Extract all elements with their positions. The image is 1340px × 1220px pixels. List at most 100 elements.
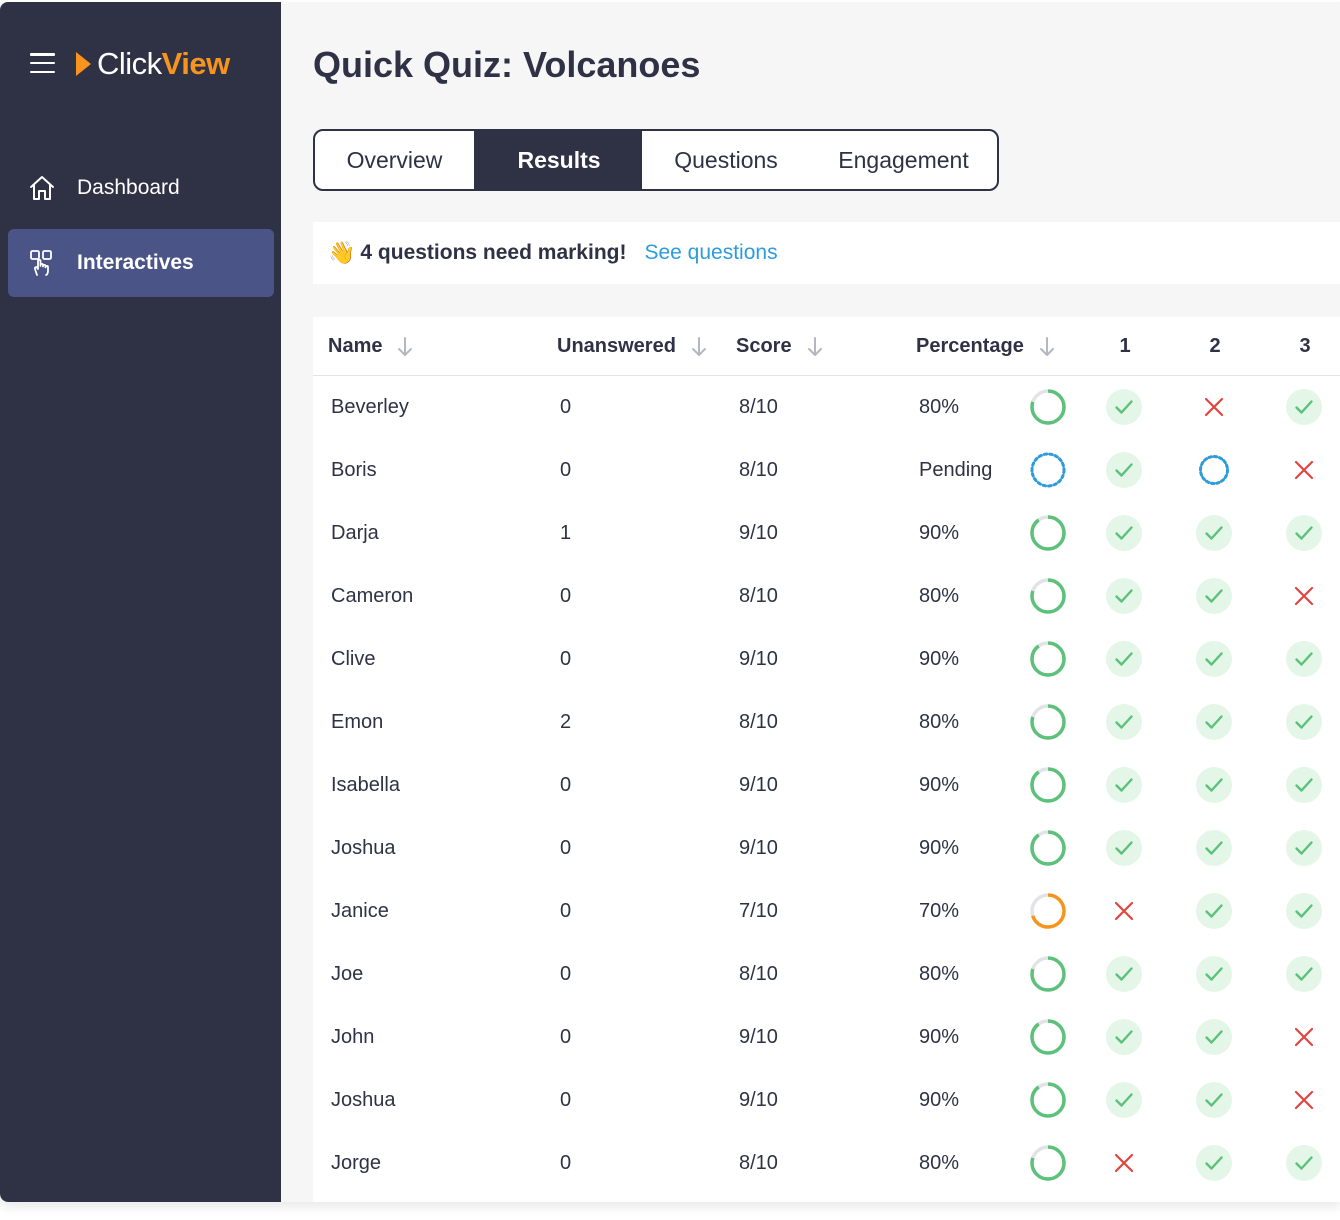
check-icon (1196, 830, 1232, 866)
results-table: Name Unanswered Score Percentage 1 2 3 B… (313, 317, 1340, 1202)
check-icon (1106, 515, 1142, 551)
table-row[interactable]: Beverley 0 8/10 80% (313, 376, 1340, 439)
answer-correct[interactable] (1195, 766, 1233, 804)
answer-wrong[interactable] (1285, 451, 1323, 489)
sort-down-icon[interactable] (690, 335, 708, 359)
sidebar-item-dashboard[interactable]: Dashboard (8, 154, 274, 222)
column-header-percentage[interactable]: Percentage (916, 317, 1056, 376)
student-name[interactable]: Joe (331, 943, 363, 1006)
table-row[interactable]: Joe 0 8/10 80% (313, 943, 1340, 1006)
answer-wrong[interactable] (1285, 577, 1323, 615)
answer-correct[interactable] (1105, 829, 1143, 867)
answer-correct[interactable] (1285, 703, 1323, 741)
answer-correct[interactable] (1105, 1081, 1143, 1119)
table-row[interactable]: Jorge 0 8/10 80% (313, 1132, 1340, 1195)
tab-overview[interactable]: Overview (315, 131, 476, 189)
answer-wrong[interactable] (1285, 1018, 1323, 1056)
sidebar-item-interactives[interactable]: Interactives (8, 229, 274, 297)
student-name[interactable]: Cameron (331, 565, 413, 628)
check-icon (1196, 1082, 1232, 1118)
answer-correct[interactable] (1105, 514, 1143, 552)
answer-correct[interactable] (1285, 766, 1323, 804)
answer-correct[interactable] (1105, 955, 1143, 993)
answer-wrong[interactable] (1195, 388, 1233, 426)
answer-correct[interactable] (1195, 514, 1233, 552)
answer-correct[interactable] (1195, 829, 1233, 867)
answer-wrong[interactable] (1105, 892, 1143, 930)
answer-wrong[interactable] (1285, 1081, 1323, 1119)
student-name[interactable]: Isabella (331, 754, 400, 817)
student-name[interactable]: Jorge (331, 1132, 381, 1195)
wave-icon: 👋 (328, 240, 356, 265)
answer-correct[interactable] (1195, 892, 1233, 930)
student-name[interactable]: Emon (331, 691, 383, 754)
column-header-question-3[interactable]: 3 (1285, 317, 1325, 376)
clickview-logo[interactable]: Click View (76, 46, 230, 82)
student-name[interactable]: Janice (331, 880, 389, 943)
student-name[interactable]: Joshua (331, 817, 396, 880)
answer-correct[interactable] (1195, 1018, 1233, 1056)
answer-correct[interactable] (1105, 451, 1143, 489)
pending-icon (1199, 455, 1229, 485)
table-row[interactable]: Boris 0 8/10 Pending (313, 439, 1340, 502)
answer-correct[interactable] (1105, 703, 1143, 741)
table-row[interactable]: Darja 1 9/10 90% (313, 502, 1340, 565)
answer-pending[interactable] (1195, 451, 1233, 489)
student-name[interactable]: Boris (331, 439, 377, 502)
table-row[interactable]: John 0 9/10 90% (313, 1006, 1340, 1069)
answer-correct[interactable] (1105, 1018, 1143, 1056)
percentage-value: 80% (919, 396, 960, 418)
answer-correct[interactable] (1195, 955, 1233, 993)
table-row[interactable]: Clive 0 9/10 90% (313, 628, 1340, 691)
unanswered-count: 0 (560, 459, 572, 481)
cross-icon (1114, 901, 1134, 921)
column-header-question-2[interactable]: 2 (1195, 317, 1235, 376)
answer-correct[interactable] (1105, 640, 1143, 678)
answer-correct[interactable] (1285, 955, 1323, 993)
answer-correct[interactable] (1195, 703, 1233, 741)
student-name[interactable]: John (331, 1006, 374, 1069)
answer-correct[interactable] (1195, 1081, 1233, 1119)
answer-correct[interactable] (1285, 388, 1323, 426)
score-value: 7/10 (739, 900, 778, 922)
tab-questions[interactable]: Questions (642, 131, 810, 189)
answer-correct[interactable] (1285, 514, 1323, 552)
answer-correct[interactable] (1195, 1144, 1233, 1182)
table-row[interactable]: Isabella 0 9/10 90% (313, 754, 1340, 817)
answer-correct[interactable] (1285, 892, 1323, 930)
answer-wrong[interactable] (1105, 1144, 1143, 1182)
column-header-question-1[interactable]: 1 (1105, 317, 1145, 376)
cross-icon (1294, 586, 1314, 606)
answer-correct[interactable] (1195, 577, 1233, 615)
answer-correct[interactable] (1105, 766, 1143, 804)
table-row[interactable]: Emon 2 8/10 80% (313, 691, 1340, 754)
sort-down-icon[interactable] (1038, 335, 1056, 359)
column-header-unanswered[interactable]: Unanswered (557, 317, 708, 376)
sort-down-icon[interactable] (806, 335, 824, 359)
menu-icon[interactable] (30, 53, 55, 73)
answer-correct[interactable] (1285, 829, 1323, 867)
score-value: 9/10 (739, 1026, 778, 1048)
student-name[interactable]: Clive (331, 628, 375, 691)
answer-correct[interactable] (1285, 1144, 1323, 1182)
column-header-label: Percentage (916, 335, 1024, 357)
see-questions-link[interactable]: See questions (644, 241, 777, 265)
column-header-score[interactable]: Score (736, 317, 824, 376)
student-name[interactable]: Beverley (331, 376, 409, 439)
answer-correct[interactable] (1195, 640, 1233, 678)
student-name[interactable]: Darja (331, 502, 379, 565)
sort-down-icon[interactable] (396, 335, 414, 359)
tab-results[interactable]: Results (476, 131, 642, 189)
answer-correct[interactable] (1285, 640, 1323, 678)
tab-engagement[interactable]: Engagement (810, 131, 997, 189)
table-row[interactable]: Joshua 0 9/10 90% (313, 1069, 1340, 1132)
table-row[interactable]: Joshua 0 9/10 90% (313, 817, 1340, 880)
student-name[interactable]: Joshua (331, 1069, 396, 1132)
column-header-name[interactable]: Name (328, 317, 414, 376)
tab-bar: Overview Results Questions Engagement (313, 129, 999, 191)
table-row[interactable]: Cameron 0 8/10 80% (313, 565, 1340, 628)
answer-correct[interactable] (1105, 388, 1143, 426)
answer-correct[interactable] (1105, 577, 1143, 615)
pending-progress-ring (1030, 452, 1066, 488)
table-row[interactable]: Janice 0 7/10 70% (313, 880, 1340, 943)
